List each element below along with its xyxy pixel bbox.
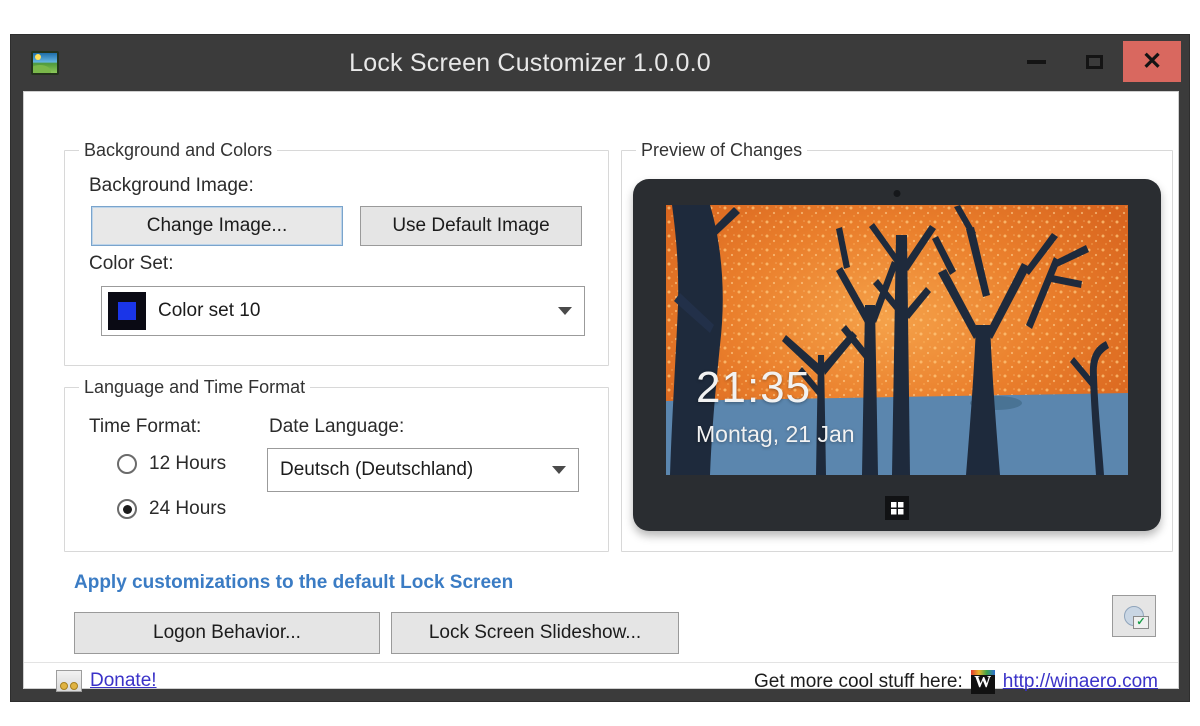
- language-group-legend: Language and Time Format: [79, 377, 311, 398]
- background-image-label: Background Image:: [89, 175, 254, 196]
- title-bar: Lock Screen Customizer 1.0.0.0 ✕: [11, 35, 1189, 91]
- lock-screen-date: Montag, 21 Jan: [696, 421, 855, 447]
- maximize-icon: [1085, 54, 1103, 69]
- client-area: Background and Colors Background Image: …: [23, 91, 1179, 694]
- background-and-colors-group: Background and Colors Background Image: …: [64, 140, 609, 366]
- date-language-label: Date Language:: [269, 416, 405, 437]
- checkmark-icon: ✓: [1133, 616, 1149, 629]
- tablet-preview: 21:35 Montag, 21 Jan: [633, 179, 1161, 531]
- hill-glyph: [33, 65, 51, 73]
- footer-divider: [24, 662, 1178, 663]
- radio-24-hours-label: 24 Hours: [149, 498, 227, 519]
- radio-12-hours-indicator: [117, 454, 137, 474]
- preview-of-changes-group: Preview of Changes 21:35 Montag, 21 Jan: [621, 140, 1173, 552]
- coin-glyph: [60, 682, 68, 690]
- preview-group-legend: Preview of Changes: [636, 140, 808, 161]
- sun-glyph: [35, 54, 41, 60]
- color-set-label: Color Set:: [89, 253, 174, 274]
- donate-link[interactable]: Donate!: [56, 670, 157, 692]
- color-set-value: Color set 10: [158, 300, 261, 321]
- color-swatch: [108, 292, 146, 330]
- chevron-down-icon: [552, 466, 566, 474]
- network-settings-icon-button[interactable]: ✓: [1112, 595, 1156, 637]
- chevron-down-icon: [558, 307, 572, 315]
- radio-12-hours-label: 12 Hours: [149, 453, 227, 474]
- minimize-button[interactable]: [1007, 41, 1065, 82]
- winaero-site-link[interactable]: http://winaero.com: [1003, 671, 1158, 693]
- minimize-icon: [1026, 59, 1046, 64]
- app-window: Lock Screen Customizer 1.0.0.0 ✕ Backgro…: [10, 34, 1190, 702]
- close-button[interactable]: ✕: [1123, 41, 1181, 82]
- color-set-combobox[interactable]: Color set 10: [101, 286, 585, 336]
- radio-24-hours[interactable]: 24 Hours: [117, 498, 226, 520]
- coin-glyph: [70, 682, 78, 690]
- time-format-label: Time Format:: [89, 416, 202, 437]
- donate-label: Donate!: [90, 670, 157, 691]
- radio-12-hours[interactable]: 12 Hours: [117, 453, 226, 475]
- promo-area: Get more cool stuff here: W http://winae…: [754, 670, 1158, 694]
- date-language-combobox[interactable]: Deutsch (Deutschland): [267, 448, 579, 492]
- background-group-legend: Background and Colors: [79, 140, 278, 161]
- windows-logo-icon[interactable]: [885, 496, 909, 520]
- winaero-logo-icon: W: [970, 670, 995, 694]
- date-language-value: Deutsch (Deutschland): [280, 459, 474, 480]
- lock-screen-slideshow-button[interactable]: Lock Screen Slideshow...: [391, 612, 679, 654]
- maximize-button[interactable]: [1065, 41, 1123, 82]
- logon-behavior-button[interactable]: Logon Behavior...: [74, 612, 380, 654]
- lock-screen-time: 21:35: [696, 363, 812, 412]
- donate-icon: [56, 670, 82, 692]
- camera-icon: [893, 190, 901, 197]
- use-default-image-button[interactable]: Use Default Image: [360, 206, 582, 246]
- radio-24-hours-indicator: [117, 499, 137, 519]
- close-icon: ✕: [1141, 47, 1163, 75]
- change-image-button[interactable]: Change Image...: [91, 206, 343, 246]
- picture-icon: [31, 51, 59, 75]
- screenshot-root: Lock Screen Customizer 1.0.0.0 ✕ Backgro…: [0, 0, 1200, 726]
- window-controls: ✕: [1007, 41, 1181, 82]
- promo-text: Get more cool stuff here:: [754, 671, 963, 692]
- language-and-time-format-group: Language and Time Format Time Format: Da…: [64, 377, 609, 552]
- lock-screen-preview: 21:35 Montag, 21 Jan: [666, 205, 1128, 475]
- apply-customizations-link[interactable]: Apply customizations to the default Lock…: [74, 572, 513, 594]
